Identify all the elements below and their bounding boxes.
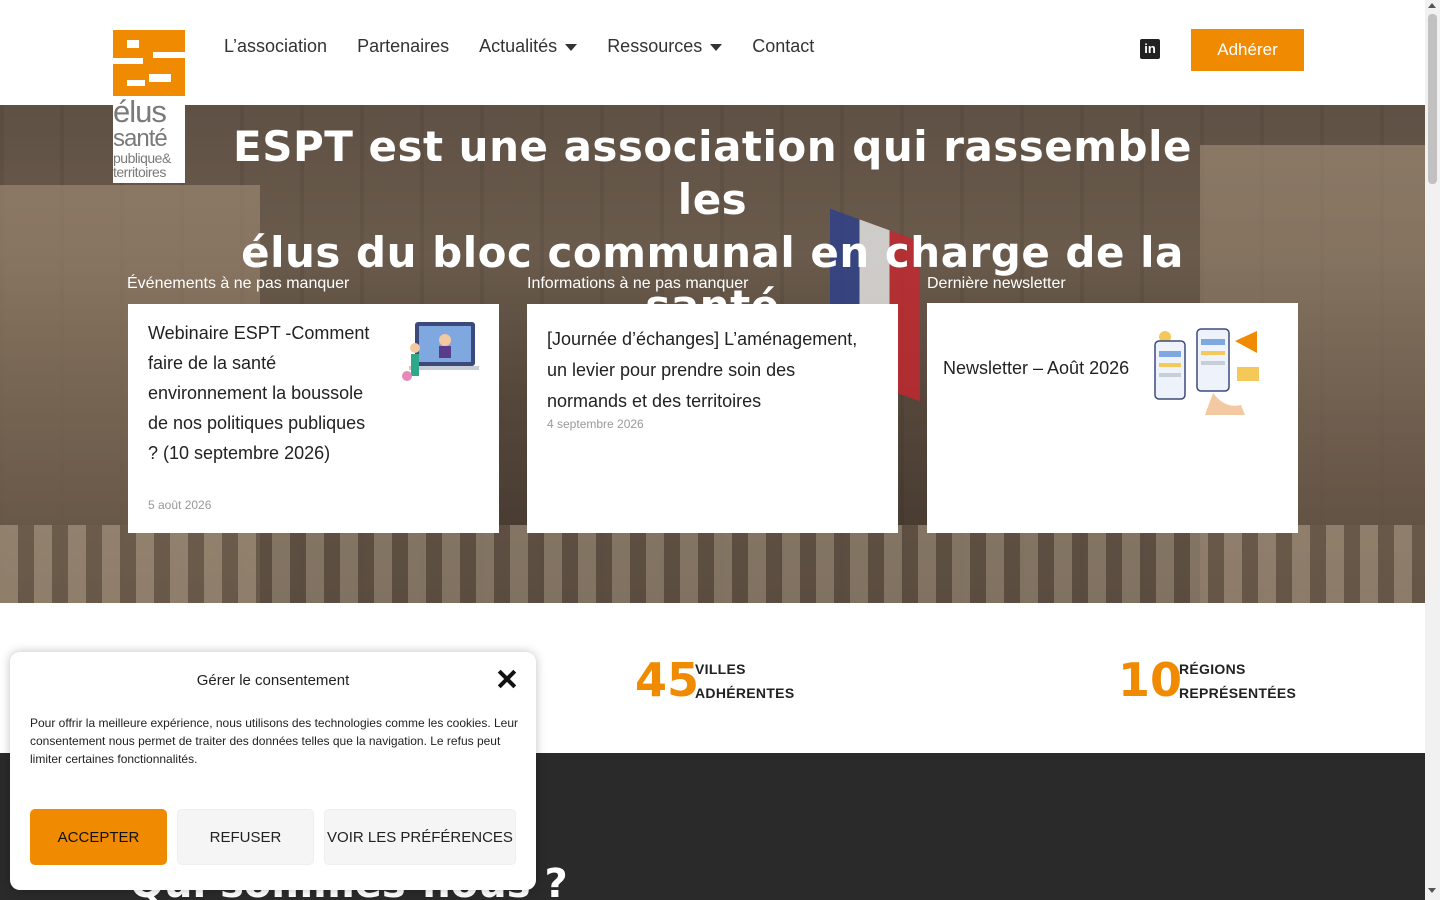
accept-button[interactable]: ACCEPTER <box>30 809 167 865</box>
stat-label-line: REPRÉSENTÉES <box>1179 685 1297 701</box>
chevron-down-icon <box>710 44 723 51</box>
event-card[interactable]: Webinaire ESPT -Comment faire de la sant… <box>128 304 499 533</box>
site-header: L’association Partenaires Actualités Res… <box>0 0 1425 105</box>
events-label: Événements à ne pas manquer <box>127 275 350 292</box>
cookie-consent-dialog: Gérer le consentement Pour offrir la mei… <box>10 652 536 890</box>
main-nav: L’association Partenaires Actualités Res… <box>224 36 814 57</box>
nav-item-actualites[interactable]: Actualités <box>479 36 578 57</box>
preferences-button[interactable]: VOIR LES PRÉFÉRENCES <box>324 809 516 865</box>
logo-text: élus santé publique& territoires <box>113 96 185 179</box>
linkedin-icon[interactable]: in <box>1140 39 1160 59</box>
logo-line: élus <box>113 94 167 129</box>
nav-item-partenaires[interactable]: Partenaires <box>357 36 449 57</box>
refuse-button[interactable]: REFUSER <box>177 809 314 865</box>
nav-item-association[interactable]: L’association <box>224 36 327 57</box>
nav-item-contact[interactable]: Contact <box>752 36 814 57</box>
hero-title: ESPT est une association qui rassemble l… <box>200 120 1225 332</box>
chevron-down-icon <box>565 44 578 51</box>
hero-title-line: ESPT est une association qui rassemble l… <box>233 122 1192 224</box>
info-card-title[interactable]: [Journée d’échanges] L’aménagement, un l… <box>547 324 877 417</box>
hero-section: ESPT est une association qui rassemble l… <box>0 105 1425 603</box>
event-card-title[interactable]: Webinaire ESPT -Comment faire de la sant… <box>148 318 378 468</box>
stat-label: RÉGIONS REPRÉSENTÉES <box>1179 657 1296 705</box>
close-icon[interactable] <box>496 668 518 690</box>
nav-label: L’association <box>224 36 328 56</box>
logo-line: territoires <box>113 164 166 180</box>
stat-number: 45 <box>635 653 700 707</box>
info-card[interactable]: [Journée d’échanges] L’aménagement, un l… <box>527 304 898 533</box>
info-card-date: 4 septembre 2026 <box>547 417 644 431</box>
newsletter-illustration <box>1154 328 1259 415</box>
stat-label-line: RÉGIONS <box>1179 661 1246 677</box>
event-card-date: 5 août 2026 <box>148 498 212 512</box>
consent-title: Gérer le consentement <box>196 672 350 689</box>
newsletter-card[interactable]: Newsletter – Août 2026 <box>927 303 1298 533</box>
newsletter-card-title[interactable]: Newsletter – Août 2026 <box>943 353 1143 383</box>
stat-label-line: ADHÉRENTES <box>695 685 795 701</box>
page-scrollbar[interactable] <box>1425 0 1440 900</box>
nav-label: Partenaires <box>357 36 450 56</box>
nav-label: Actualités <box>479 36 558 56</box>
newsletter-label: Dernière newsletter <box>927 275 1066 292</box>
stat-number: 10 <box>1118 653 1183 707</box>
scroll-up-arrow-icon[interactable] <box>1428 3 1436 8</box>
infos-label: Informations à ne pas manquer <box>527 275 749 292</box>
site-logo[interactable]: élus santé publique& territoires <box>113 30 185 183</box>
adherer-button[interactable]: Adhérer <box>1191 29 1304 71</box>
logo-mark <box>113 30 185 96</box>
stat-label-line: VILLES <box>695 661 746 677</box>
logo-line: publique& <box>113 150 171 166</box>
consent-text: Pour offrir la meilleure expérience, nou… <box>30 716 519 766</box>
scrollbar-thumb[interactable] <box>1428 14 1437 184</box>
stat-label: VILLES ADHÉRENTES <box>695 657 794 705</box>
logo-line: santé <box>113 125 168 152</box>
nav-label: Contact <box>752 36 815 56</box>
nav-item-ressources[interactable]: Ressources <box>607 36 723 57</box>
nav-label: Ressources <box>607 36 703 56</box>
webinar-illustration <box>402 322 479 381</box>
hero-background-image <box>0 525 1425 603</box>
scroll-down-arrow-icon[interactable] <box>1428 888 1436 893</box>
